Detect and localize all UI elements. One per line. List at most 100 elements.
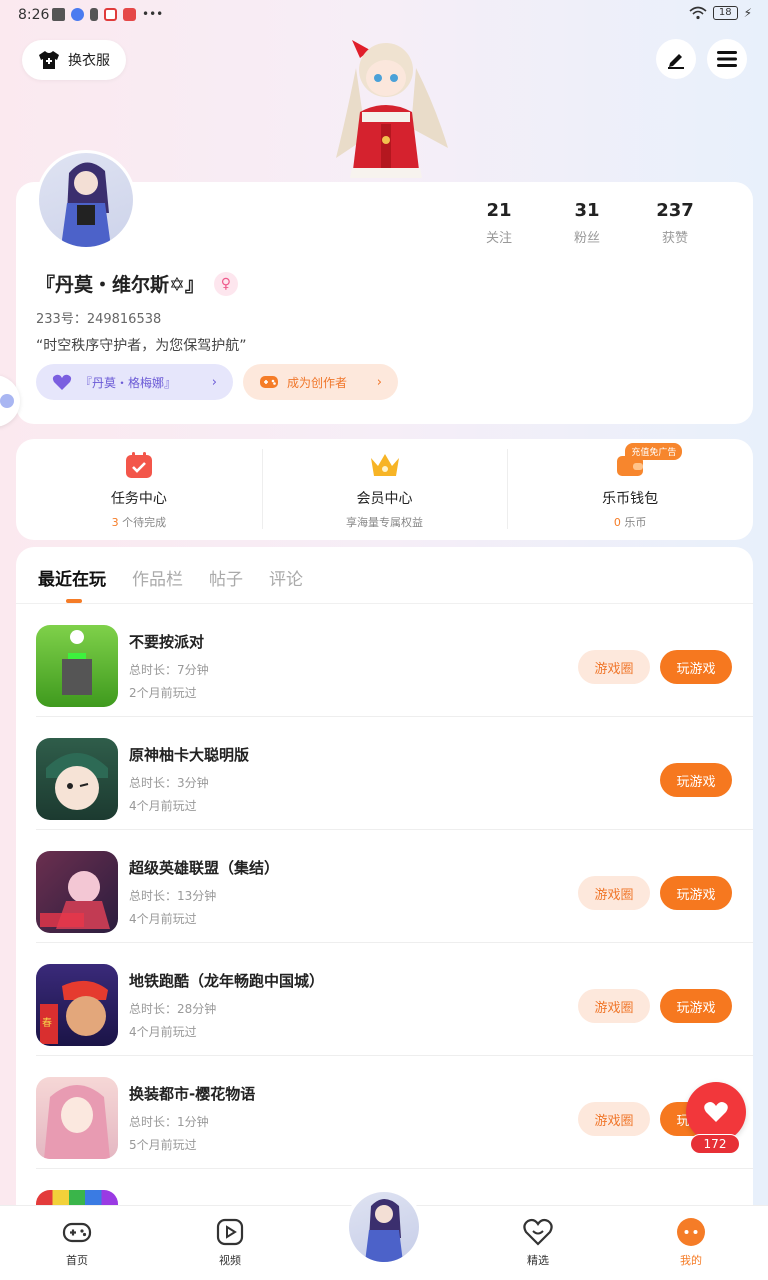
profile-stats: 21 关注 31 粉丝 237 获赞 [455, 200, 719, 246]
chevron-right-icon: › [211, 374, 217, 390]
change-outfit-button[interactable]: 换衣服 [22, 40, 126, 80]
game-playtime: 总时长：28分钟 [129, 1002, 217, 1016]
likes-label: 获赞 [661, 231, 688, 246]
edit-profile-button[interactable] [656, 39, 696, 79]
notification-icons: ••• [52, 7, 163, 21]
video-notification-icon [52, 7, 65, 21]
task-center-button[interactable]: 任务中心 3 个待完成 [16, 439, 262, 540]
game-title: 换装都市-樱花物语 [129, 1085, 256, 1103]
wallet-title: 乐币钱包 [602, 491, 659, 507]
tab-posts[interactable]: 帖子 [209, 565, 243, 590]
followers-label: 粉丝 [573, 231, 600, 246]
game-last-played: 4个月前玩过 [129, 912, 197, 926]
video-play-icon [216, 1218, 244, 1246]
status-bar: 8:26 ••• 18 ⚡ [0, 0, 768, 30]
list-item[interactable]: 超级英雄联盟（集结） 总时长：13分钟 4个月前玩过 游戏圈 玩游戏 [36, 830, 753, 943]
game-last-played: 5个月前玩过 [129, 1138, 197, 1152]
chevron-right-icon: › [376, 374, 382, 390]
nav-featured[interactable]: 精选 [498, 1216, 578, 1268]
game-playtime: 总时长：1分钟 [129, 1115, 209, 1129]
game-thumbnail [36, 851, 118, 933]
list-item[interactable]: 原神柚卡大聪明版 总时长：3分钟 4个月前玩过 玩游戏 [36, 717, 753, 830]
pending-task-count: 3 [111, 516, 119, 529]
like-button[interactable] [686, 1082, 746, 1142]
username-text: 『丹莫・维尔斯✡』 [36, 274, 204, 296]
role-chip-label: 『丹莫・格梅娜』 [80, 375, 177, 390]
pending-task-label: 个待完成 [122, 516, 167, 529]
nav-video-label: 视频 [219, 1254, 241, 1267]
nav-me-label: 我的 [680, 1254, 702, 1267]
side-floating-icon [0, 394, 14, 408]
game-circle-button[interactable]: 游戏圈 [578, 1102, 650, 1136]
heart-icon [704, 1102, 728, 1122]
likes-stat[interactable]: 237 获赞 [631, 200, 719, 246]
followers-count: 31 [574, 200, 600, 221]
game-circle-button[interactable]: 游戏圈 [578, 876, 650, 910]
game-thumbnail [36, 738, 118, 820]
play-game-button[interactable]: 玩游戏 [660, 763, 732, 797]
member-center-title: 会员中心 [356, 491, 413, 507]
wifi-icon [689, 6, 707, 20]
become-creator-label: 成为创作者 [287, 375, 348, 390]
list-item[interactable]: 春 地铁跑酷（龙年畅跑中国城） 总时长：28分钟 4个月前玩过 游戏圈 玩游戏 [36, 943, 753, 1056]
become-creator-button[interactable]: 成为创作者 › [243, 364, 398, 400]
services-panel: 任务中心 3 个待完成 会员中心 享海量专属权益 充值免广告 乐币钱包 0 乐币 [16, 439, 753, 540]
avatar-character-image [61, 162, 111, 247]
calendar-check-icon [125, 452, 152, 478]
nav-me[interactable]: 我的 [651, 1216, 731, 1268]
game-title: 超级英雄联盟（集结） [129, 859, 280, 877]
coin-balance: 0 [613, 516, 621, 529]
tab-comments[interactable]: 评论 [269, 565, 303, 590]
list-item[interactable]: 换装都市-樱花物语 总时长：1分钟 5个月前玩过 游戏圈 玩游戏 [36, 1056, 753, 1169]
gamepad-icon [62, 1222, 92, 1243]
following-label: 关注 [485, 231, 512, 246]
avatar[interactable] [36, 150, 136, 250]
app-notification-icon [104, 7, 117, 21]
menu-button[interactable] [707, 39, 747, 79]
game-title: 地铁跑酷（龙年畅跑中国城） [129, 972, 325, 990]
ad-free-badge: 充值免广告 [625, 443, 683, 460]
likes-count: 237 [656, 200, 694, 221]
music-notification-icon [71, 7, 84, 21]
battery-saver-icon [90, 7, 98, 21]
game-thumbnail [36, 1077, 118, 1159]
status-right: 18 ⚡ [689, 6, 752, 20]
game-title: 原神柚卡大聪明版 [129, 746, 250, 764]
wallet-button[interactable]: 充值免广告 乐币钱包 0 乐币 [507, 439, 753, 540]
role-chip[interactable]: 『丹莫・格梅娜』 › [36, 364, 233, 400]
tab-works[interactable]: 作品栏 [132, 565, 183, 590]
game-thumbnail: 春 [36, 964, 118, 1046]
profile-tabs: 最近在玩 作品栏 帖子 评论 [38, 565, 303, 603]
nav-featured-label: 精选 [527, 1254, 549, 1267]
member-center-sub: 享海量专属权益 [346, 516, 423, 529]
like-count-badge: 172 [690, 1134, 740, 1154]
wallet-sub: 0 乐币 [614, 514, 647, 530]
game-title: 不要按派对 [129, 633, 205, 651]
play-game-button[interactable]: 玩游戏 [660, 650, 732, 684]
pencil-icon [668, 54, 684, 69]
game-playtime: 总时长：7分钟 [129, 663, 209, 677]
nav-home[interactable]: 首页 [37, 1216, 117, 1268]
nav-video[interactable]: 视频 [190, 1216, 270, 1268]
game-circle-button[interactable]: 游戏圈 [578, 650, 650, 684]
crown-icon [370, 454, 399, 476]
avatar-character-image [365, 1199, 403, 1262]
play-game-button[interactable]: 玩游戏 [660, 876, 732, 910]
tab-recently-played[interactable]: 最近在玩 [38, 565, 106, 603]
play-game-button[interactable]: 玩游戏 [660, 989, 732, 1023]
list-item[interactable]: 不要按派对 总时长：7分钟 2个月前玩过 游戏圈 玩游戏 [36, 604, 753, 717]
task-center-title: 任务中心 [110, 491, 167, 507]
charging-icon: ⚡ [743, 6, 752, 20]
game-thumbnail [36, 625, 118, 707]
following-stat[interactable]: 21 关注 [455, 200, 543, 246]
task-center-sub: 3 个待完成 [112, 514, 167, 530]
change-outfit-label: 换衣服 [68, 53, 110, 69]
character-illustration[interactable] [316, 28, 456, 182]
nav-center-avatar[interactable] [345, 1188, 423, 1266]
game-playtime: 总时长：13分钟 [129, 889, 217, 903]
female-gender-icon: ♀ [213, 271, 238, 296]
followers-stat[interactable]: 31 粉丝 [543, 200, 631, 246]
svg-text:春: 春 [42, 1017, 52, 1029]
member-center-button[interactable]: 会员中心 享海量专属权益 [261, 439, 508, 540]
game-circle-button[interactable]: 游戏圈 [578, 989, 650, 1023]
